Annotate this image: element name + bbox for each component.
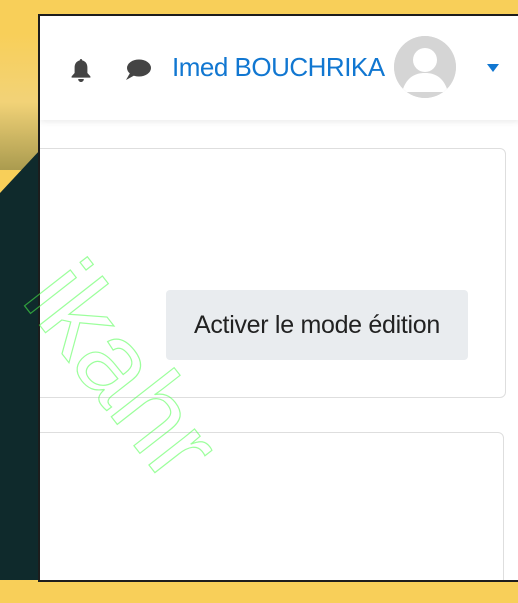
user-avatar-icon[interactable] bbox=[394, 36, 456, 98]
background-gradient bbox=[0, 0, 40, 170]
user-name-link[interactable]: Imed BOUCHRIKA bbox=[172, 52, 385, 83]
background-dark-panel bbox=[0, 150, 40, 580]
edit-mode-button[interactable]: Activer le mode édition bbox=[166, 290, 468, 360]
browser-viewport: Imed BOUCHRIKA Activer le mode édition bbox=[38, 14, 518, 582]
content-card bbox=[40, 148, 506, 398]
bell-icon[interactable] bbox=[70, 57, 92, 83]
chat-bubble-icon[interactable] bbox=[124, 58, 152, 82]
top-navbar: Imed BOUCHRIKA bbox=[40, 16, 518, 120]
content-card-secondary bbox=[40, 432, 504, 580]
caret-down-icon[interactable] bbox=[486, 62, 500, 74]
